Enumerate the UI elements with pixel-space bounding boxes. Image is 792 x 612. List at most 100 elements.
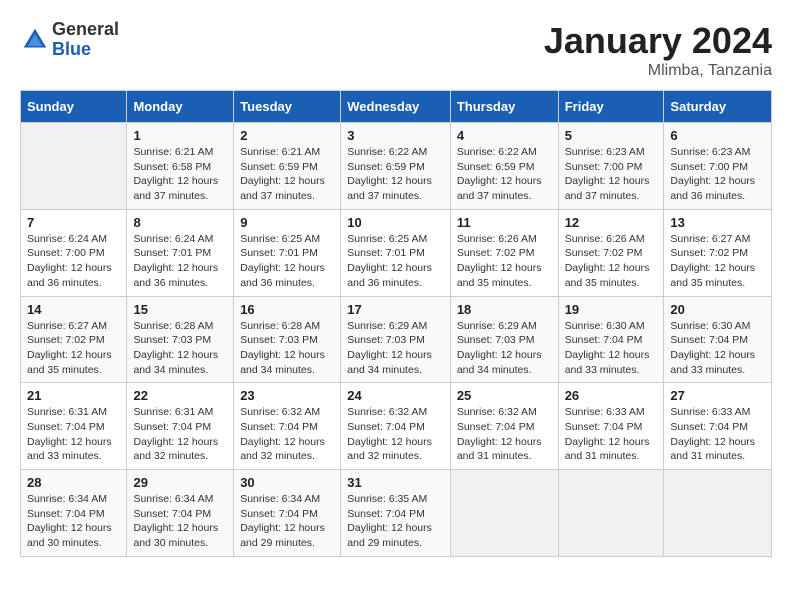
calendar-cell: 16Sunrise: 6:28 AM Sunset: 7:03 PM Dayli… [234,296,341,383]
day-number: 9 [240,215,334,230]
calendar-cell: 31 Sunrise: 6:35 AM Sunset: 7:04 PM Dayli… [341,470,451,557]
day-number: 1 [133,128,227,143]
day-info: Sunrise: 6:26 AM Sunset: 7:02 PM Dayligh… [457,232,552,291]
day-info: Sunrise: 6:32 AM Sunset: 7:04 PM Dayligh… [457,405,552,464]
day-info: Sunrise: 6:34 AM Sunset: 7:04 PM Dayligh… [133,492,227,551]
day-number: 21 [27,388,120,403]
calendar-cell: 1 Sunrise: 6:21 AM Sunset: 6:58 PM Daylig… [127,123,234,210]
calendar-cell: 13 Sunrise: 6:27 AM Sunset: 7:02 PM Dayli… [664,209,772,296]
day-info: Sunrise: 6:26 AM Sunset: 7:02 PM Dayligh… [565,232,658,291]
day-number: 2 [240,128,334,143]
calendar-cell [21,123,127,210]
title-section: January 2024 Mlimba, Tanzania [544,20,772,80]
col-sunday: Sunday [21,91,127,123]
calendar-cell: 5 Sunrise: 6:23 AM Sunset: 7:00 PM Daylig… [558,123,664,210]
day-info: Sunrise: 6:31 AM Sunset: 7:04 PM Dayligh… [133,405,227,464]
calendar-body: 1 Sunrise: 6:21 AM Sunset: 6:58 PM Daylig… [21,123,772,557]
day-number: 13 [670,215,765,230]
day-number: 22 [133,388,227,403]
day-number: 25 [457,388,552,403]
day-info: Sunrise: 6:29 AM Sunset: 7:03 PM Dayligh… [347,319,444,378]
day-number: 17 [347,302,444,317]
day-number: 29 [133,475,227,490]
calendar-cell: 2 Sunrise: 6:21 AM Sunset: 6:59 PM Daylig… [234,123,341,210]
calendar-cell: 30 Sunrise: 6:34 AM Sunset: 7:04 PM Dayli… [234,470,341,557]
calendar-cell: 26Sunrise: 6:33 AM Sunset: 7:04 PM Dayli… [558,383,664,470]
day-info: Sunrise: 6:25 AM Sunset: 7:01 PM Dayligh… [240,232,334,291]
calendar-week-3: 14 Sunrise: 6:27 AM Sunset: 7:02 PM Dayli… [21,296,772,383]
day-info: Sunrise: 6:23 AM Sunset: 7:00 PM Dayligh… [565,145,658,204]
calendar-cell: 11 Sunrise: 6:26 AM Sunset: 7:02 PM Dayli… [450,209,558,296]
calendar-cell: 10 Sunrise: 6:25 AM Sunset: 7:01 PM Dayli… [341,209,451,296]
day-number: 12 [565,215,658,230]
calendar-cell: 24Sunrise: 6:32 AM Sunset: 7:04 PM Dayli… [341,383,451,470]
calendar-cell: 25 Sunrise: 6:32 AM Sunset: 7:04 PM Dayli… [450,383,558,470]
calendar-cell [450,470,558,557]
day-number: 31 [347,475,444,490]
day-number: 20 [670,302,765,317]
calendar-cell: 9 Sunrise: 6:25 AM Sunset: 7:01 PM Daylig… [234,209,341,296]
day-number: 16 [240,302,334,317]
calendar-week-2: 7 Sunrise: 6:24 AM Sunset: 7:00 PM Daylig… [21,209,772,296]
day-info: Sunrise: 6:33 AM Sunset: 7:04 PM Dayligh… [670,405,765,464]
day-info: Sunrise: 6:25 AM Sunset: 7:01 PM Dayligh… [347,232,444,291]
day-info: Sunrise: 6:22 AM Sunset: 6:59 PM Dayligh… [347,145,444,204]
calendar-cell: 12 Sunrise: 6:26 AM Sunset: 7:02 PM Dayli… [558,209,664,296]
day-info: Sunrise: 6:32 AM Sunset: 7:04 PM Dayligh… [347,405,444,464]
month-year-title: January 2024 [544,20,772,62]
day-number: 5 [565,128,658,143]
day-number: 27 [670,388,765,403]
calendar-cell: 29 Sunrise: 6:34 AM Sunset: 7:04 PM Dayli… [127,470,234,557]
day-number: 19 [565,302,658,317]
day-number: 14 [27,302,120,317]
day-info: Sunrise: 6:21 AM Sunset: 6:59 PM Dayligh… [240,145,334,204]
col-monday: Monday [127,91,234,123]
calendar-cell: 6Sunrise: 6:23 AM Sunset: 7:00 PM Daylig… [664,123,772,210]
day-number: 8 [133,215,227,230]
day-info: Sunrise: 6:35 AM Sunset: 7:04 PM Dayligh… [347,492,444,551]
calendar-week-1: 1 Sunrise: 6:21 AM Sunset: 6:58 PM Daylig… [21,123,772,210]
day-info: Sunrise: 6:22 AM Sunset: 6:59 PM Dayligh… [457,145,552,204]
calendar-cell: 15Sunrise: 6:28 AM Sunset: 7:03 PM Dayli… [127,296,234,383]
calendar-cell: 19 Sunrise: 6:30 AM Sunset: 7:04 PM Dayli… [558,296,664,383]
calendar-header: Sunday Monday Tuesday Wednesday Thursday… [21,91,772,123]
calendar-cell: 7 Sunrise: 6:24 AM Sunset: 7:00 PM Daylig… [21,209,127,296]
col-saturday: Saturday [664,91,772,123]
day-number: 30 [240,475,334,490]
day-number: 26 [565,388,658,403]
location-subtitle: Mlimba, Tanzania [544,62,772,80]
day-number: 23 [240,388,334,403]
calendar-week-4: 21 Sunrise: 6:31 AM Sunset: 7:04 PM Dayli… [21,383,772,470]
day-info: Sunrise: 6:30 AM Sunset: 7:04 PM Dayligh… [670,319,765,378]
logo: General Blue [20,20,119,60]
calendar-cell: 17 Sunrise: 6:29 AM Sunset: 7:03 PM Dayli… [341,296,451,383]
day-number: 7 [27,215,120,230]
day-number: 10 [347,215,444,230]
logo-general: General [52,20,119,40]
day-info: Sunrise: 6:27 AM Sunset: 7:02 PM Dayligh… [670,232,765,291]
day-number: 3 [347,128,444,143]
day-number: 11 [457,215,552,230]
day-info: Sunrise: 6:32 AM Sunset: 7:04 PM Dayligh… [240,405,334,464]
day-info: Sunrise: 6:30 AM Sunset: 7:04 PM Dayligh… [565,319,658,378]
day-info: Sunrise: 6:28 AM Sunset: 7:03 PM Dayligh… [133,319,227,378]
day-info: Sunrise: 6:31 AM Sunset: 7:04 PM Dayligh… [27,405,120,464]
day-info: Sunrise: 6:23 AM Sunset: 7:00 PM Dayligh… [670,145,765,204]
calendar-cell: 22 Sunrise: 6:31 AM Sunset: 7:04 PM Dayli… [127,383,234,470]
day-info: Sunrise: 6:24 AM Sunset: 7:00 PM Dayligh… [27,232,120,291]
calendar-cell: 14 Sunrise: 6:27 AM Sunset: 7:02 PM Dayli… [21,296,127,383]
calendar-cell: 23 Sunrise: 6:32 AM Sunset: 7:04 PM Dayli… [234,383,341,470]
calendar-cell: 3 Sunrise: 6:22 AM Sunset: 6:59 PM Daylig… [341,123,451,210]
day-info: Sunrise: 6:21 AM Sunset: 6:58 PM Dayligh… [133,145,227,204]
calendar-cell [558,470,664,557]
day-info: Sunrise: 6:27 AM Sunset: 7:02 PM Dayligh… [27,319,120,378]
col-friday: Friday [558,91,664,123]
header-row: Sunday Monday Tuesday Wednesday Thursday… [21,91,772,123]
calendar-cell: 21 Sunrise: 6:31 AM Sunset: 7:04 PM Dayli… [21,383,127,470]
logo-icon [20,25,50,55]
calendar-week-5: 28Sunrise: 6:34 AM Sunset: 7:04 PM Dayli… [21,470,772,557]
day-number: 4 [457,128,552,143]
calendar-table: Sunday Monday Tuesday Wednesday Thursday… [20,90,772,557]
day-info: Sunrise: 6:34 AM Sunset: 7:04 PM Dayligh… [240,492,334,551]
col-thursday: Thursday [450,91,558,123]
